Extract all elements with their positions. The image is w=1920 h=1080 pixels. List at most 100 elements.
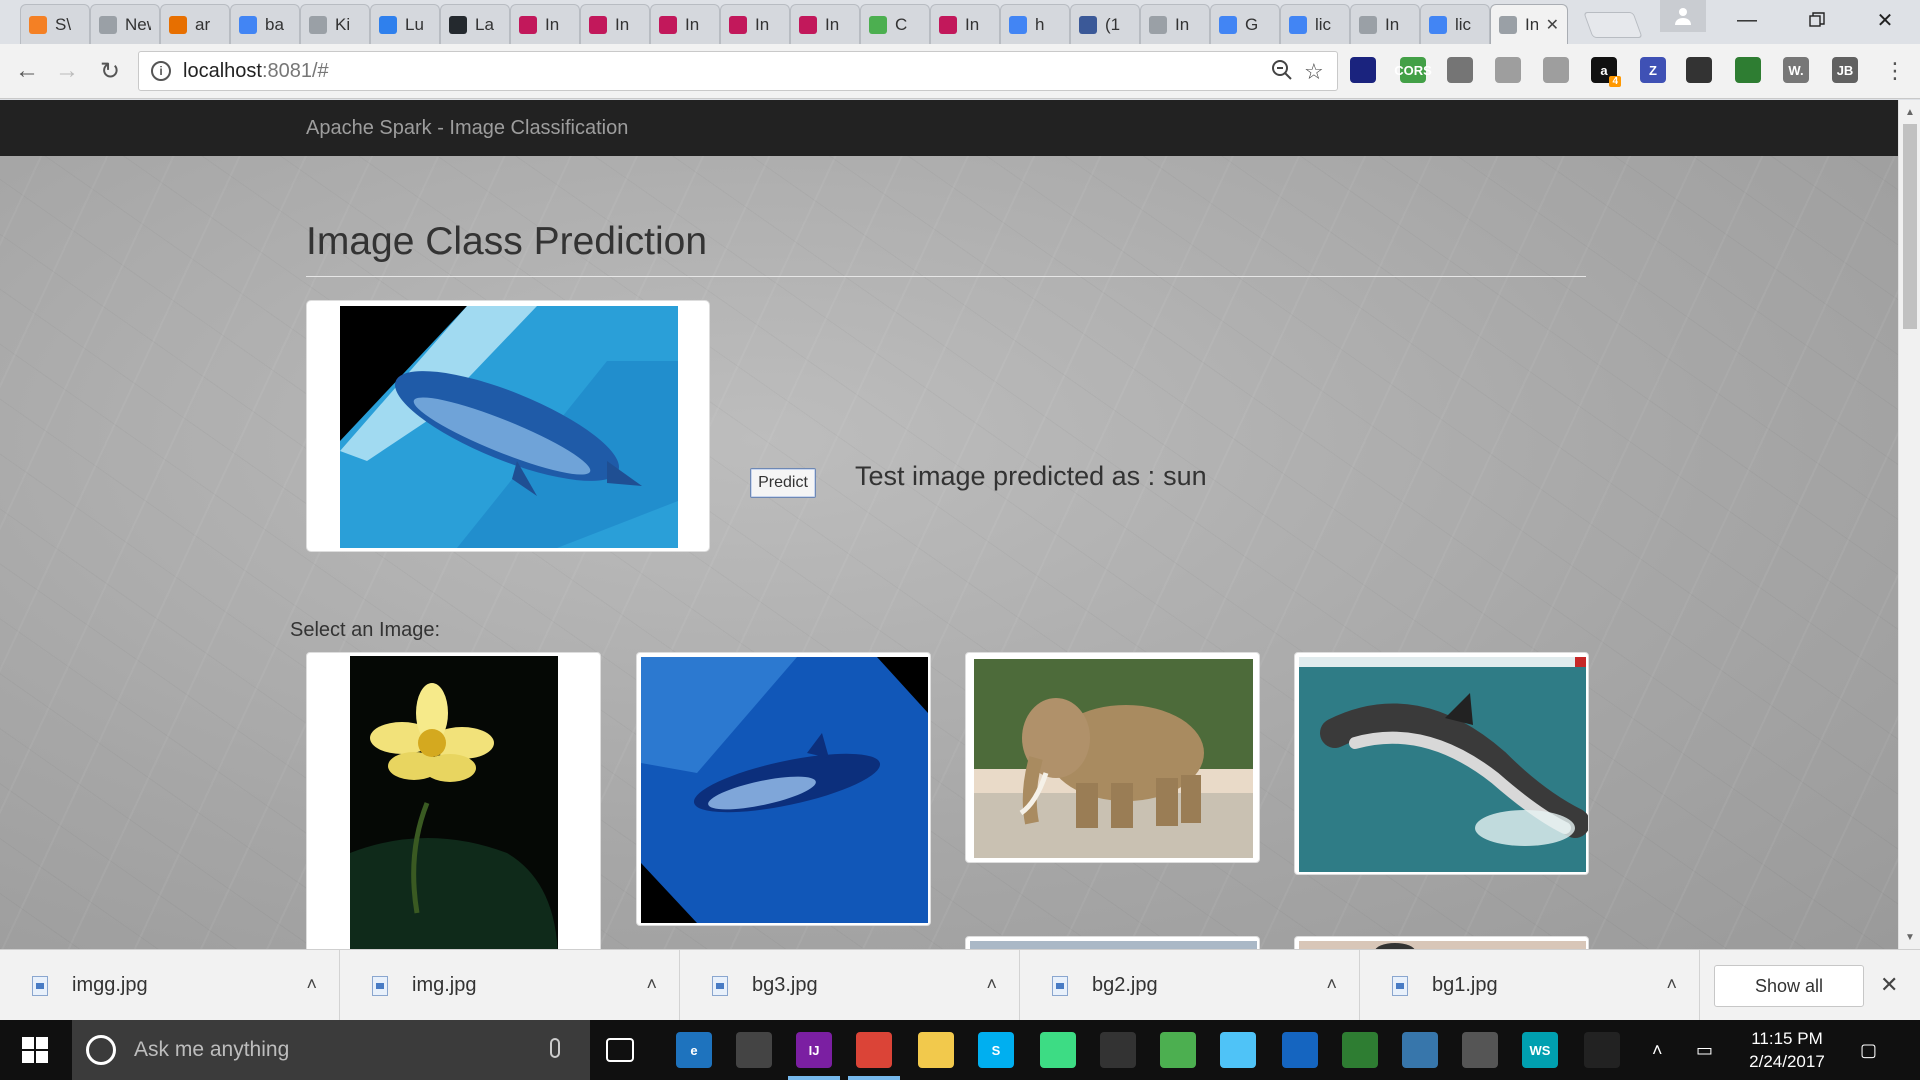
restore-button[interactable] xyxy=(1782,0,1852,40)
remote-desktop-icon[interactable] xyxy=(1282,1032,1318,1068)
thumbnail-partial-2[interactable] xyxy=(1294,936,1589,949)
thumbnail-partial-1[interactable] xyxy=(965,936,1260,949)
back-button[interactable]: ← xyxy=(12,56,42,86)
browser-tab[interactable]: ar xyxy=(160,4,230,44)
zoom-icon[interactable] xyxy=(1271,59,1293,87)
file-explorer-icon[interactable] xyxy=(918,1032,954,1068)
close-tab-icon[interactable]: ✕ xyxy=(1546,15,1559,35)
ghost-extension-icon[interactable] xyxy=(1495,57,1521,83)
browser-tab[interactable]: G xyxy=(1210,4,1280,44)
excel-like-icon[interactable] xyxy=(1342,1032,1378,1068)
battery-icon[interactable]: ▭ xyxy=(1696,1020,1713,1080)
browser-tab[interactable]: h xyxy=(1000,4,1070,44)
shield-extension-icon[interactable] xyxy=(1543,57,1569,83)
browser-tab[interactable]: ba xyxy=(230,4,300,44)
browser-tab[interactable]: (1 xyxy=(1070,4,1140,44)
w-extension-icon[interactable]: W. xyxy=(1783,57,1809,83)
url-text[interactable]: localhost:8081/# xyxy=(183,60,329,83)
eye-extension-icon[interactable] xyxy=(1686,57,1712,83)
profile-button[interactable] xyxy=(1660,0,1706,32)
browser-tab[interactable]: Lu xyxy=(370,4,440,44)
translate-extension-icon[interactable] xyxy=(1735,57,1761,83)
browser-tab[interactable]: New T xyxy=(90,4,160,44)
system-clock[interactable]: 11:15 PM 2/24/2017 xyxy=(1732,1027,1842,1073)
webstorm-icon[interactable]: WS xyxy=(1522,1032,1558,1068)
tray-chevron-up-icon[interactable]: ˄ xyxy=(1652,1020,1663,1080)
thumbnail-lotus[interactable] xyxy=(306,652,601,949)
browser-tab[interactable]: In xyxy=(650,4,720,44)
android-studio-icon[interactable] xyxy=(1040,1032,1076,1068)
cors-extension-icon[interactable]: CORS xyxy=(1394,57,1432,83)
thumbnail-hectors-dolphin[interactable] xyxy=(1294,652,1589,875)
app-blue-icon[interactable] xyxy=(1220,1032,1256,1068)
edge-browser-icon[interactable]: e xyxy=(676,1032,712,1068)
cortana-search-box[interactable]: Ask me anything xyxy=(72,1020,590,1080)
minimize-button[interactable]: — xyxy=(1712,0,1782,40)
zotero-extension-icon[interactable]: Z xyxy=(1640,57,1666,83)
mystery-extension-icon[interactable] xyxy=(1350,57,1376,83)
browser-tab[interactable]: In xyxy=(720,4,790,44)
chevron-up-icon[interactable]: ˄ xyxy=(1666,974,1677,995)
skype-icon[interactable]: S xyxy=(978,1032,1014,1068)
task-view-icon[interactable] xyxy=(606,1038,634,1062)
browser-tab[interactable]: lic xyxy=(1420,4,1490,44)
scroll-up-icon[interactable]: ▲ xyxy=(1899,102,1920,122)
python-icon[interactable] xyxy=(1402,1032,1438,1068)
blank-icon xyxy=(99,15,117,34)
extension-badge: 4 xyxy=(1609,76,1621,87)
intellij-app-icon[interactable]: IJ xyxy=(796,1032,832,1068)
close-download-shelf-icon[interactable]: ✕ xyxy=(1880,972,1898,998)
store-icon[interactable] xyxy=(736,1032,772,1068)
jb-extension-icon[interactable]: JB xyxy=(1832,57,1858,83)
movies-icon[interactable] xyxy=(1100,1032,1136,1068)
browser-tab[interactable]: In xyxy=(510,4,580,44)
start-button[interactable] xyxy=(10,1032,60,1068)
notification-center-icon[interactable]: ▢ xyxy=(1860,1020,1877,1080)
page-scrollbar[interactable]: ▲ ▼ xyxy=(1898,100,1920,949)
close-window-button[interactable]: ✕ xyxy=(1850,0,1920,40)
browser-tab[interactable]: C xyxy=(860,4,930,44)
download-item[interactable]: img.jpg ˄ xyxy=(340,950,680,1021)
app-green-icon[interactable] xyxy=(1160,1032,1196,1068)
chevron-up-icon[interactable]: ˄ xyxy=(1326,974,1337,995)
chrome-app-icon[interactable] xyxy=(856,1032,892,1068)
browser-tab[interactable]: La xyxy=(440,4,510,44)
forward-button[interactable]: → xyxy=(52,56,82,86)
chevron-up-icon[interactable]: ˄ xyxy=(646,974,657,995)
download-item[interactable]: bg3.jpg ˄ xyxy=(680,950,1020,1021)
show-all-downloads-button[interactable]: Show all xyxy=(1714,965,1864,1007)
elephant-image xyxy=(974,659,1253,858)
browser-tab[interactable]: Ki xyxy=(300,4,370,44)
reload-button[interactable]: ↻ xyxy=(95,56,125,86)
thumbnail-dolphin[interactable] xyxy=(636,652,931,926)
new-tab-button[interactable] xyxy=(1583,12,1643,38)
browser-tab[interactable]: In xyxy=(1350,4,1420,44)
chevron-up-icon[interactable]: ˄ xyxy=(306,974,317,995)
browser-tab[interactable]: In xyxy=(1140,4,1210,44)
terminal-icon[interactable] xyxy=(1584,1032,1620,1068)
scrollbar-thumb[interactable] xyxy=(1903,124,1917,329)
bookmark-star-icon[interactable]: ☆ xyxy=(1304,59,1324,85)
browser-tab[interactable]: In xyxy=(580,4,650,44)
menu-button[interactable]: ⋮ xyxy=(1880,56,1910,86)
predict-button[interactable]: Predict xyxy=(750,468,816,498)
back-arrow-icon: ← xyxy=(15,57,39,84)
browser-tab[interactable]: In xyxy=(930,4,1000,44)
browser-tab[interactable]: lic xyxy=(1280,4,1350,44)
download-item[interactable]: imgg.jpg ˄ xyxy=(0,950,340,1021)
chevron-up-icon[interactable]: ˄ xyxy=(986,974,997,995)
info-icon[interactable]: i xyxy=(151,61,171,81)
browser-tab[interactable]: In ✕ xyxy=(1490,4,1568,44)
navbar-brand[interactable]: Apache Spark - Image Classification xyxy=(306,117,628,140)
photos-icon[interactable] xyxy=(1462,1032,1498,1068)
address-bar[interactable]: i localhost:8081/# ☆ xyxy=(138,51,1338,91)
browser-tab[interactable]: In xyxy=(790,4,860,44)
scroll-down-icon[interactable]: ▼ xyxy=(1899,927,1920,947)
browser-tab[interactable]: S\ xyxy=(20,4,90,44)
thumbnail-elephant[interactable] xyxy=(965,652,1260,863)
download-item[interactable]: bg2.jpg ˄ xyxy=(1020,950,1360,1021)
amazon-extension-icon[interactable]: a4 xyxy=(1591,57,1621,87)
cast-icon[interactable] xyxy=(1447,57,1473,83)
download-item[interactable]: bg1.jpg ˄ xyxy=(1360,950,1700,1021)
microphone-icon[interactable] xyxy=(550,1038,560,1058)
